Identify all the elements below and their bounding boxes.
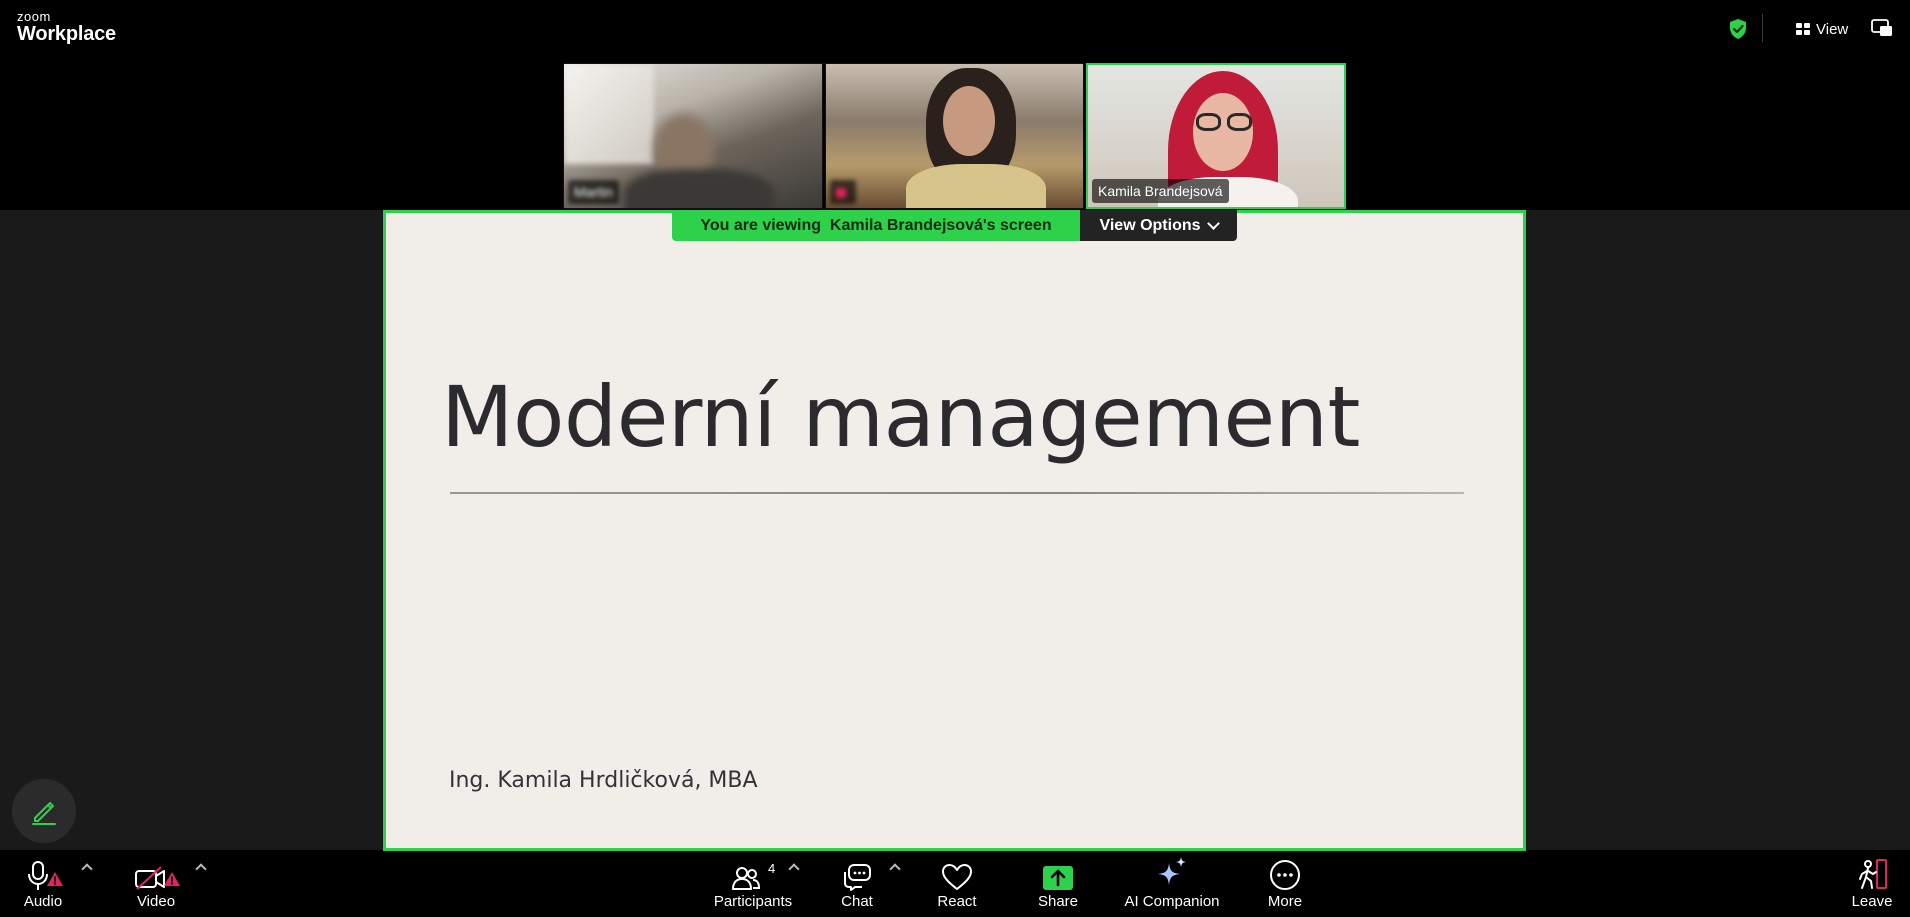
participant-tile-1[interactable]: Martin <box>563 63 823 209</box>
react-button[interactable]: React <box>937 851 977 917</box>
pencil-icon <box>32 802 56 825</box>
leave-button[interactable]: Leave <box>1852 851 1892 917</box>
share-screen-icon <box>1043 866 1073 890</box>
participant-name-tag: Kamila Brandejsová <box>1092 179 1229 203</box>
screen-share-banner: You are viewing Kamila Brandejsová's scr… <box>672 210 1237 241</box>
video-button[interactable]: Video <box>130 851 182 917</box>
participants-button[interactable]: 4 Participants <box>714 851 792 917</box>
top-bar: zoom Workplace View <box>0 0 1910 58</box>
chat-button[interactable]: Chat <box>838 851 876 917</box>
ai-companion-button[interactable]: AI Companion <box>1124 851 1220 917</box>
warning-icon <box>47 872 63 886</box>
view-button[interactable]: View <box>1796 17 1848 41</box>
brand-big-text: Workplace <box>17 23 116 45</box>
viewing-screen-text: You are viewing Kamila Brandejsová's scr… <box>672 210 1080 241</box>
chat-options-caret[interactable] <box>889 863 901 875</box>
video-off-icon <box>135 866 165 890</box>
meeting-toolbar: Audio Video 4 Participants Chat React Sh… <box>0 851 1910 917</box>
react-label: React <box>937 893 977 910</box>
audio-options-caret[interactable] <box>81 863 93 875</box>
shared-screen[interactable]: Moderní management Ing. Kamila Hrdličkov… <box>383 210 1526 851</box>
more-label: More <box>1267 893 1303 910</box>
picture-in-picture-icon[interactable] <box>1871 19 1893 37</box>
ai-sparkle-icon <box>1158 857 1186 885</box>
participant-tile-3-active-speaker[interactable]: Kamila Brandejsová <box>1086 63 1346 209</box>
muted-indicator-icon <box>836 188 846 199</box>
view-button-label: View <box>1816 20 1849 38</box>
chat-label: Chat <box>841 893 873 910</box>
participants-count: 4 <box>768 861 776 876</box>
participant-name-tag <box>830 180 856 204</box>
view-options-label: View Options <box>1099 216 1201 234</box>
slide-author: Ing. Kamila Hrdličková, MBA <box>449 768 758 793</box>
view-grid-icon <box>1796 23 1810 35</box>
slide-divider <box>450 492 1464 494</box>
view-options-button[interactable]: View Options <box>1080 210 1237 241</box>
brand-small-text: zoom <box>17 9 51 24</box>
leave-door-icon <box>1859 859 1887 889</box>
slide-title: Moderní management <box>441 368 1360 466</box>
video-label: Video <box>136 893 176 910</box>
annotate-button[interactable] <box>12 779 76 843</box>
audio-label: Audio <box>23 893 63 910</box>
share-button[interactable]: Share <box>1038 851 1078 917</box>
participant-tile-2[interactable] <box>825 63 1084 209</box>
video-options-caret[interactable] <box>195 863 207 875</box>
chevron-down-icon <box>1206 216 1220 230</box>
top-divider <box>1762 14 1763 42</box>
participants-icon <box>732 867 760 890</box>
ai-companion-label: AI Companion <box>1124 893 1220 910</box>
audio-button[interactable]: Audio <box>20 851 66 917</box>
heart-icon <box>942 864 972 890</box>
more-icon <box>1270 860 1300 890</box>
share-label: Share <box>1037 893 1079 910</box>
warning-icon <box>164 872 180 886</box>
more-button[interactable]: More <box>1266 851 1304 917</box>
zoom-logo: zoom Workplace <box>17 10 116 44</box>
chat-icon <box>844 864 871 891</box>
participants-label: Participants <box>713 893 793 910</box>
participant-name-tag: Martin <box>568 180 619 204</box>
shield-check-icon[interactable] <box>1728 18 1748 40</box>
leave-label: Leave <box>1851 893 1893 910</box>
